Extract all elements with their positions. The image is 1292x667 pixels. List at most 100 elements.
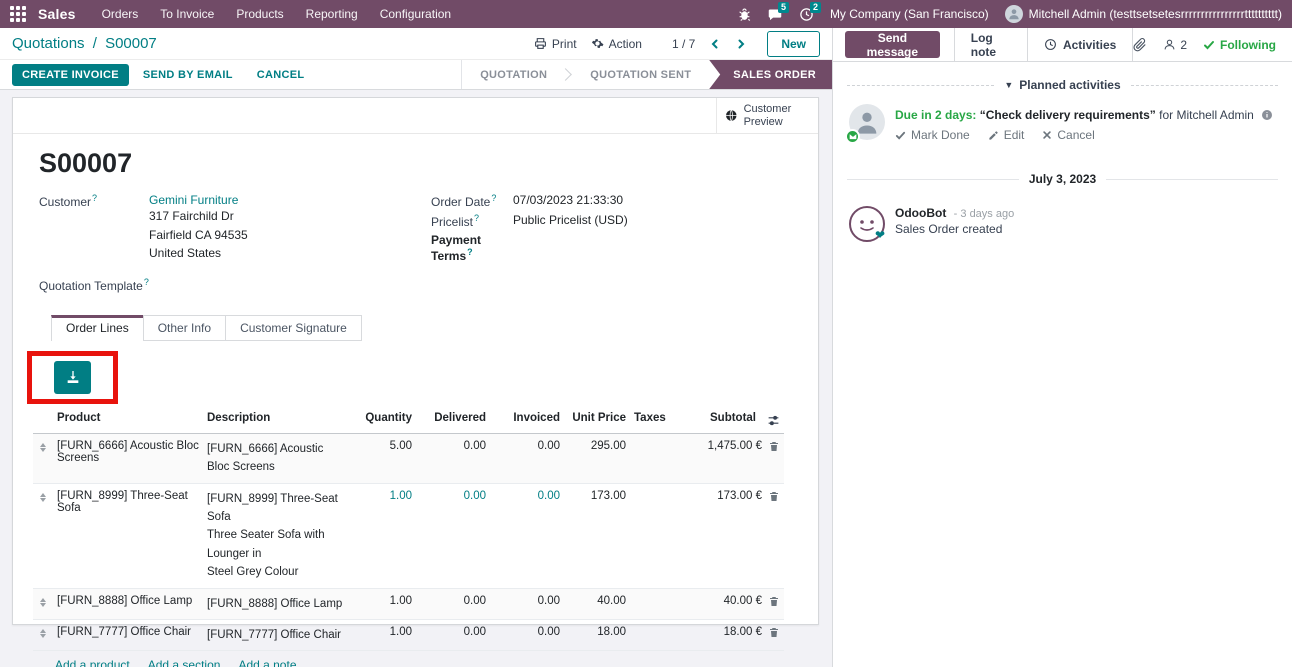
edit-activity-button[interactable]: Edit bbox=[988, 128, 1025, 142]
order-line-row[interactable]: [FURN_8888] Office Lamp [FURN_8888] Offi… bbox=[33, 589, 784, 620]
header-product[interactable]: Product bbox=[53, 406, 203, 430]
following-button[interactable]: Following bbox=[1203, 38, 1276, 52]
cell-quantity[interactable]: 1.00 bbox=[348, 589, 416, 613]
cell-delivered[interactable]: 0.00 bbox=[416, 434, 490, 458]
order-line-row[interactable]: [FURN_7777] Office Chair [FURN_7777] Off… bbox=[33, 620, 784, 651]
create-invoice-button[interactable]: CREATE INVOICE bbox=[12, 64, 129, 86]
cell-product[interactable]: [FURN_8888] Office Lamp bbox=[53, 589, 203, 613]
menu-orders[interactable]: Orders bbox=[102, 7, 139, 21]
debug-bug-icon[interactable] bbox=[738, 8, 751, 21]
tab-customer-signature[interactable]: Customer Signature bbox=[225, 315, 362, 341]
order-line-row[interactable]: [FURN_8999] Three-Seat Sofa [FURN_8999] … bbox=[33, 484, 784, 589]
tab-other-info[interactable]: Other Info bbox=[143, 315, 226, 341]
cell-product[interactable]: [FURN_6666] Acoustic Bloc Screens bbox=[53, 434, 203, 470]
delete-line-icon[interactable] bbox=[768, 595, 780, 608]
header-subtotal[interactable]: Subtotal bbox=[672, 406, 760, 430]
menu-reporting[interactable]: Reporting bbox=[306, 7, 358, 21]
cell-invoiced[interactable]: 0.00 bbox=[490, 484, 564, 508]
header-quantity[interactable]: Quantity bbox=[348, 406, 416, 430]
add-a-note-link[interactable]: Add a note bbox=[238, 658, 296, 667]
cancel-button[interactable]: CANCEL bbox=[247, 64, 315, 86]
menu-products[interactable]: Products bbox=[236, 7, 283, 21]
cell-unit-price[interactable]: 40.00 bbox=[564, 589, 630, 613]
send-message-button[interactable]: Send message bbox=[845, 31, 940, 58]
new-button[interactable]: New bbox=[767, 31, 820, 57]
tab-order-lines[interactable]: Order Lines bbox=[51, 315, 144, 341]
followers-button[interactable]: 2 bbox=[1163, 38, 1187, 52]
header-unit-price[interactable]: Unit Price bbox=[564, 406, 630, 430]
customer-preview-button[interactable]: Customer Preview bbox=[716, 98, 818, 133]
send-by-email-button[interactable]: SEND BY EMAIL bbox=[133, 64, 243, 86]
drag-handle-icon[interactable] bbox=[33, 620, 53, 644]
info-icon[interactable] bbox=[1261, 109, 1273, 121]
log-note-tab[interactable]: Log note bbox=[954, 28, 1028, 61]
user-menu[interactable]: Mitchell Admin (testtsetsetesrrrrrrrrrrr… bbox=[1005, 5, 1282, 23]
optional-columns-icon[interactable] bbox=[760, 406, 784, 433]
apps-grid-icon[interactable] bbox=[10, 6, 26, 22]
print-button[interactable]: Print bbox=[534, 37, 577, 51]
pager-next-icon[interactable] bbox=[735, 37, 747, 51]
menu-configuration[interactable]: Configuration bbox=[380, 7, 451, 21]
cell-unit-price[interactable]: 18.00 bbox=[564, 620, 630, 644]
pricelist-value[interactable]: Public Pricelist (USD) bbox=[513, 213, 628, 229]
followers-icon bbox=[1163, 38, 1176, 51]
planned-activities-toggle[interactable]: ▼ Planned activities bbox=[1004, 78, 1120, 92]
drag-handle-icon[interactable] bbox=[33, 589, 53, 613]
order-date-value[interactable]: 07/03/2023 21:33:30 bbox=[513, 193, 623, 209]
drag-handle-icon[interactable] bbox=[33, 484, 53, 508]
messages-icon[interactable]: 5 bbox=[767, 7, 783, 22]
activity-assignee: for Mitchell Admin bbox=[1159, 108, 1254, 122]
cell-delivered[interactable]: 0.00 bbox=[416, 620, 490, 644]
cell-invoiced[interactable]: 0.00 bbox=[490, 620, 564, 644]
import-records-button[interactable] bbox=[54, 361, 91, 394]
quotation-template-label: Quotation Template? bbox=[39, 277, 149, 293]
drag-handle-icon[interactable] bbox=[33, 434, 53, 458]
cell-taxes[interactable] bbox=[630, 484, 672, 496]
activities-tab[interactable]: Activities bbox=[1028, 28, 1133, 61]
menu-to-invoice[interactable]: To Invoice bbox=[160, 7, 214, 21]
cancel-activity-button[interactable]: Cancel bbox=[1042, 128, 1094, 142]
mark-done-button[interactable]: Mark Done bbox=[895, 128, 970, 142]
cell-quantity[interactable]: 1.00 bbox=[348, 620, 416, 644]
cell-description[interactable]: [FURN_8888] Office Lamp bbox=[203, 589, 348, 619]
cell-unit-price[interactable]: 295.00 bbox=[564, 434, 630, 458]
activities-clock-icon[interactable]: 2 bbox=[799, 7, 814, 22]
delete-line-icon[interactable] bbox=[768, 440, 780, 453]
delete-line-icon[interactable] bbox=[768, 490, 780, 503]
header-taxes[interactable]: Taxes bbox=[630, 406, 672, 430]
header-delivered[interactable]: Delivered bbox=[416, 406, 490, 430]
cell-delivered[interactable]: 0.00 bbox=[416, 484, 490, 508]
stage-quotation-sent[interactable]: QUOTATION SENT bbox=[572, 60, 709, 89]
message-author[interactable]: OdooBot bbox=[895, 206, 946, 220]
cell-product[interactable]: [FURN_8999] Three-Seat Sofa bbox=[53, 484, 203, 520]
cell-taxes[interactable] bbox=[630, 434, 672, 446]
app-name[interactable]: Sales bbox=[38, 6, 76, 22]
cell-product[interactable]: [FURN_7777] Office Chair bbox=[53, 620, 203, 644]
header-description[interactable]: Description bbox=[203, 406, 348, 430]
cell-invoiced[interactable]: 0.00 bbox=[490, 434, 564, 458]
cell-delivered[interactable]: 0.00 bbox=[416, 589, 490, 613]
cell-quantity[interactable]: 1.00 bbox=[348, 484, 416, 508]
pager-previous-icon[interactable] bbox=[709, 37, 721, 51]
cell-subtotal: 40.00 € bbox=[724, 595, 762, 607]
stage-quotation[interactable]: QUOTATION bbox=[462, 60, 565, 89]
cell-description[interactable]: [FURN_7777] Office Chair bbox=[203, 620, 348, 650]
order-title[interactable]: S00007 bbox=[39, 148, 798, 179]
cell-invoiced[interactable]: 0.00 bbox=[490, 589, 564, 613]
action-button[interactable]: Action bbox=[591, 37, 642, 51]
cell-description[interactable]: [FURN_8999] Three-Seat Sofa Three Seater… bbox=[203, 484, 348, 588]
cell-description[interactable]: [FURN_6666] Acoustic Bloc Screens bbox=[203, 434, 348, 483]
add-a-section-link[interactable]: Add a section bbox=[148, 658, 221, 667]
cell-taxes[interactable] bbox=[630, 589, 672, 601]
company-switcher[interactable]: My Company (San Francisco) bbox=[830, 7, 989, 21]
cell-quantity[interactable]: 5.00 bbox=[348, 434, 416, 458]
cell-taxes[interactable] bbox=[630, 620, 672, 632]
cell-unit-price[interactable]: 173.00 bbox=[564, 484, 630, 508]
add-a-product-link[interactable]: Add a product bbox=[55, 658, 130, 667]
header-invoiced[interactable]: Invoiced bbox=[490, 406, 564, 430]
order-line-row[interactable]: [FURN_6666] Acoustic Bloc Screens [FURN_… bbox=[33, 434, 784, 484]
customer-link[interactable]: Gemini Furniture bbox=[149, 193, 248, 207]
breadcrumb-quotations[interactable]: Quotations bbox=[12, 35, 85, 52]
delete-line-icon[interactable] bbox=[768, 626, 780, 639]
attachment-paperclip-icon[interactable] bbox=[1133, 37, 1147, 52]
